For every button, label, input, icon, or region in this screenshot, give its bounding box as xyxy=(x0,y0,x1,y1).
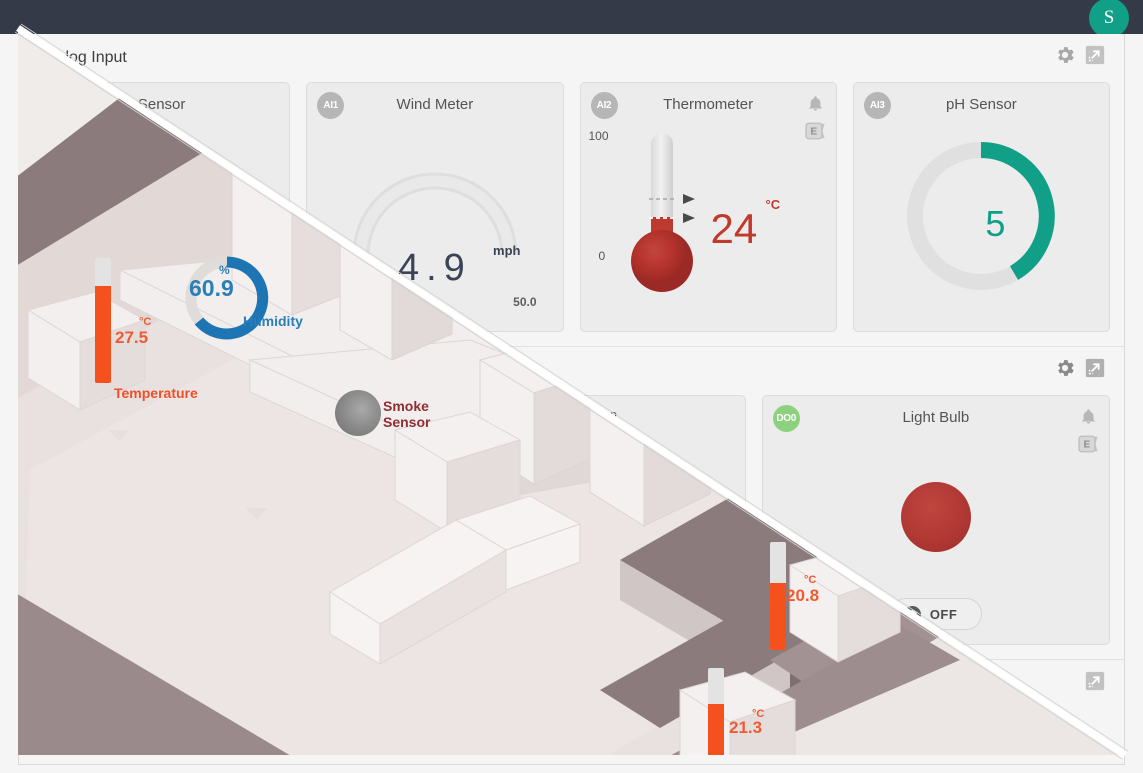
card-title: pH Sensor xyxy=(945,96,1017,113)
bell-icon[interactable] xyxy=(807,94,824,113)
temperature-value-main: 27.5 xyxy=(115,328,149,347)
panel-tools xyxy=(1084,670,1106,692)
panel-tools xyxy=(1054,44,1106,66)
card-title: Thermometer xyxy=(663,96,754,113)
gear-icon[interactable] xyxy=(1054,357,1076,379)
thermometer-max-label: 100 xyxy=(588,129,609,143)
smoke-label-line2: Sensor xyxy=(383,414,431,431)
expand-icon[interactable] xyxy=(1084,44,1106,66)
thermometer-min-label: 0 xyxy=(598,249,606,263)
temperature-bar-fill xyxy=(770,583,786,650)
temperature-label: Temperature xyxy=(114,385,198,401)
card-header: AI3 pH Sensor xyxy=(854,83,1109,127)
expand-icon[interactable] xyxy=(1084,357,1106,379)
thermometer-value: 24 xyxy=(710,205,758,252)
temperature-value-3: 21.3 xyxy=(729,718,763,737)
temperature-unit-2: °C xyxy=(804,574,817,586)
smoke-label-line1: Smoke xyxy=(383,398,429,414)
temperature-value-2: 20.8 xyxy=(786,586,820,605)
humidity-unit: % xyxy=(219,263,230,277)
smoke-sensor-label: Smoke Sensor xyxy=(383,398,430,430)
user-avatar[interactable]: S xyxy=(1089,0,1129,38)
gear-icon[interactable] xyxy=(1054,44,1076,66)
smoke-sensor-indicator xyxy=(335,390,381,436)
top-navigation-bar: S xyxy=(0,0,1143,38)
temperature-bar-main xyxy=(95,258,111,383)
temperature-bar-fill xyxy=(95,285,111,383)
card-ai2-thermometer[interactable]: AI2 Thermometer E 100 0 24 °C xyxy=(579,82,837,332)
screenshot-root: S Analog Input Sensor AI1 Wind Meter 4.9… xyxy=(0,0,1143,773)
panel-tools xyxy=(1054,357,1106,379)
card-title: Light Bulb xyxy=(902,409,970,426)
expand-icon[interactable] xyxy=(1084,670,1106,692)
thermometer-widget: 100 0 24 °C xyxy=(581,127,836,327)
temperature-unit-main: °C xyxy=(139,316,152,328)
bell-icon[interactable] xyxy=(1080,407,1097,426)
panel-header: Analog Input xyxy=(33,34,1110,82)
humidity-value: 60.9 xyxy=(189,275,234,301)
donut-value: 5 xyxy=(985,203,1006,244)
donut-widget: 5 xyxy=(854,127,1109,327)
card-header: AI1 Wind Meter xyxy=(307,83,562,127)
gauge-max-label: 50.0 xyxy=(513,295,537,309)
card-header: DO0 Light Bulb E xyxy=(763,396,1109,453)
power-state-label: OFF xyxy=(929,606,958,622)
card-ai3-ph-sensor[interactable]: AI3 pH Sensor 5 xyxy=(852,82,1110,332)
bulb-indicator xyxy=(900,482,971,552)
temperature-bar-2 xyxy=(770,542,786,650)
thermometer-unit: °C xyxy=(765,197,781,212)
card-title: Wind Meter xyxy=(396,96,474,113)
humidity-label: Humidity xyxy=(243,313,303,329)
card-header: AI2 Thermometer E xyxy=(581,83,836,140)
avatar-initial: S xyxy=(1103,7,1115,28)
gauge-unit: mph xyxy=(493,243,521,258)
